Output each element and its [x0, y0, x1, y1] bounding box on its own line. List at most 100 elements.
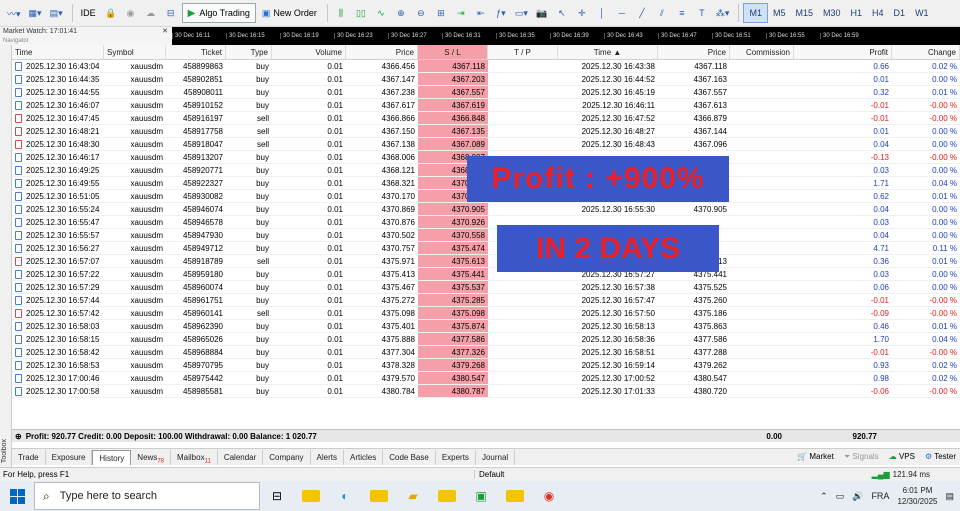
col-volume[interactable]: Volume: [272, 45, 346, 59]
tester-tab[interactable]: ⚙ Tester: [925, 452, 956, 462]
market-tab[interactable]: 🛒 Market: [797, 452, 834, 462]
text-icon[interactable]: T: [693, 3, 711, 23]
zoom-out-icon[interactable]: ⊖: [412, 3, 430, 23]
tab-experts[interactable]: Experts: [436, 449, 476, 465]
tab-code-base[interactable]: Code Base: [383, 449, 436, 465]
table-row[interactable]: 2025.12.30 16:47:45 xauusdm 458916197 sell 0…: [12, 112, 960, 125]
table-row[interactable]: 2025.12.30 16:58:03 xauusdm 458962390 buy 0.…: [12, 320, 960, 333]
table-row[interactable]: 2025.12.30 16:46:07 xauusdm 458910152 buy 0.…: [12, 99, 960, 112]
language-indicator[interactable]: FRA: [871, 491, 889, 501]
tab-alerts[interactable]: Alerts: [311, 449, 344, 465]
cursor-icon[interactable]: ↖: [553, 3, 571, 23]
objects-icon[interactable]: ▭▾: [512, 3, 531, 23]
table-row[interactable]: 2025.12.30 16:57:42 xauusdm 458960141 sell 0…: [12, 307, 960, 320]
timeframe-h1[interactable]: H1: [846, 3, 868, 23]
tile-windows-icon[interactable]: ⊞: [432, 3, 450, 23]
scroll-end-icon[interactable]: ⇥: [452, 3, 470, 23]
taskbar-search[interactable]: ⌕ Type here to search: [34, 482, 260, 510]
tab-exposure[interactable]: Exposure: [46, 449, 93, 465]
new-chart-icon[interactable]: ▦▾: [26, 3, 45, 23]
tab-trade[interactable]: Trade: [12, 449, 46, 465]
timeframe-m15[interactable]: M15: [790, 3, 818, 23]
close-icon[interactable]: ✕: [162, 27, 168, 37]
start-button[interactable]: [0, 481, 34, 511]
tab-mailbox[interactable]: Mailbox11: [171, 449, 218, 465]
pycharm-icon[interactable]: ▣: [464, 481, 498, 511]
zoom-in-icon[interactable]: ⊕: [392, 3, 410, 23]
profile-name[interactable]: Default: [474, 470, 874, 479]
table-row[interactable]: 2025.12.30 16:43:04 xauusdm 458899863 buy 0.…: [12, 60, 960, 73]
table-row[interactable]: 2025.12.30 16:57:07 xauusdm 458918789 sell 0…: [12, 255, 960, 268]
horizontal-line-icon[interactable]: ─: [613, 3, 631, 23]
screenshot-icon[interactable]: 📷: [533, 3, 551, 23]
col-profit[interactable]: Profit: [794, 45, 892, 59]
crosshair-icon[interactable]: ✛: [573, 3, 591, 23]
notifications-icon[interactable]: ▤: [945, 491, 954, 502]
table-row[interactable]: 2025.12.30 16:44:55 xauusdm 458908011 buy 0.…: [12, 86, 960, 99]
table-row[interactable]: 2025.12.30 16:57:22 xauusdm 458959180 buy 0.…: [12, 268, 960, 281]
table-row[interactable]: 2025.12.30 16:58:15 xauusdm 458965026 buy 0.…: [12, 333, 960, 346]
vertical-line-icon[interactable]: │: [593, 3, 611, 23]
table-row[interactable]: 2025.12.30 16:57:29 xauusdm 458960074 buy 0.…: [12, 281, 960, 294]
vps-tab[interactable]: ☁ VPS: [889, 452, 915, 462]
table-row[interactable]: 2025.12.30 16:48:21 xauusdm 458917758 sell 0…: [12, 125, 960, 138]
templates-icon[interactable]: ▤▾: [47, 3, 66, 23]
table-row[interactable]: 2025.12.30 16:48:30 xauusdm 458918047 sell 0…: [12, 138, 960, 151]
new-order-button[interactable]: ▣ New Order: [258, 3, 321, 23]
shapes-icon[interactable]: ⁂▾: [713, 3, 733, 23]
table-row[interactable]: 2025.12.30 17:00:46 xauusdm 458975442 buy 0.…: [12, 372, 960, 385]
timeframe-d1[interactable]: D1: [889, 3, 911, 23]
algo-trading-button[interactable]: ▶ Algo Trading: [181, 3, 256, 23]
table-row[interactable]: 2025.12.30 16:56:27 xauusdm 458949712 buy 0.…: [12, 242, 960, 255]
connection-status[interactable]: ▂▄▆ 121.94 ms: [872, 470, 930, 479]
col-symbol[interactable]: Symbol: [104, 45, 166, 59]
tab-news[interactable]: News78: [131, 449, 171, 465]
col-tp[interactable]: T / P: [488, 45, 558, 59]
table-row[interactable]: 2025.12.30 16:57:44 xauusdm 458961751 buy 0.…: [12, 294, 960, 307]
depth-icon[interactable]: ⊟: [162, 3, 180, 23]
exness-app-icon-3[interactable]: [430, 481, 464, 511]
table-row[interactable]: 2025.12.30 17:00:58 xauusdm 458985581 buy 0.…: [12, 385, 960, 398]
table-row[interactable]: 2025.12.30 16:58:42 xauusdm 458968884 buy 0.…: [12, 346, 960, 359]
candle-chart-icon[interactable]: ▯▯: [352, 3, 370, 23]
col-close-price[interactable]: Price: [658, 45, 730, 59]
trendline-icon[interactable]: ╱: [633, 3, 651, 23]
exness-app-icon-2[interactable]: [362, 481, 396, 511]
taskbar-clock[interactable]: 6:01 PM 12/30/2025: [897, 485, 937, 507]
tab-calendar[interactable]: Calendar: [218, 449, 264, 465]
table-row[interactable]: 2025.12.30 16:55:47 xauusdm 458946578 buy 0.…: [12, 216, 960, 229]
timeframe-m30[interactable]: M30: [818, 3, 846, 23]
col-ticket[interactable]: Ticket: [166, 45, 226, 59]
tab-journal[interactable]: Journal: [476, 449, 516, 465]
signal-icon[interactable]: ◉: [122, 3, 140, 23]
chrome-icon[interactable]: ◉: [532, 481, 566, 511]
table-row[interactable]: 2025.12.30 16:44:35 xauusdm 458902851 buy 0.…: [12, 73, 960, 86]
cloud-icon[interactable]: ☁: [142, 3, 160, 23]
indicators-icon[interactable]: ƒ▾: [492, 3, 510, 23]
col-sl[interactable]: S / L: [418, 45, 488, 59]
file-explorer-icon[interactable]: ▰: [396, 481, 430, 511]
tab-company[interactable]: Company: [263, 449, 311, 465]
channel-icon[interactable]: ⫽: [653, 3, 671, 23]
edge-icon[interactable]: ◐: [328, 481, 362, 511]
volume-icon[interactable]: 🔊: [852, 491, 863, 502]
bar-chart-icon[interactable]: ⫼: [332, 3, 350, 23]
signals-tab[interactable]: ⏷ Signals: [844, 452, 879, 462]
col-commission[interactable]: Commission: [730, 45, 794, 59]
tab-articles[interactable]: Articles: [344, 449, 384, 465]
table-row[interactable]: 2025.12.30 16:58:53 xauusdm 458970795 buy 0.…: [12, 359, 960, 372]
chart-shift-icon[interactable]: ⇤: [472, 3, 490, 23]
timeframe-h4[interactable]: H4: [867, 3, 889, 23]
timeframe-w1[interactable]: W1: [910, 3, 934, 23]
exness-app-icon-4[interactable]: [498, 481, 532, 511]
network-icon[interactable]: ▭: [836, 491, 845, 502]
line-chart-icon[interactable]: ∿: [372, 3, 390, 23]
table-row[interactable]: 2025.12.30 16:55:24 xauusdm 458946074 buy 0.…: [12, 203, 960, 216]
exness-app-icon[interactable]: [294, 481, 328, 511]
chevron-up-icon[interactable]: ⌃: [820, 491, 828, 502]
timeframe-m5[interactable]: M5: [768, 3, 791, 23]
timeframe-m1[interactable]: M1: [743, 3, 768, 23]
ide-button[interactable]: IDE: [77, 3, 100, 23]
task-view-icon[interactable]: ⊟: [260, 481, 294, 511]
col-change[interactable]: Change: [892, 45, 960, 59]
